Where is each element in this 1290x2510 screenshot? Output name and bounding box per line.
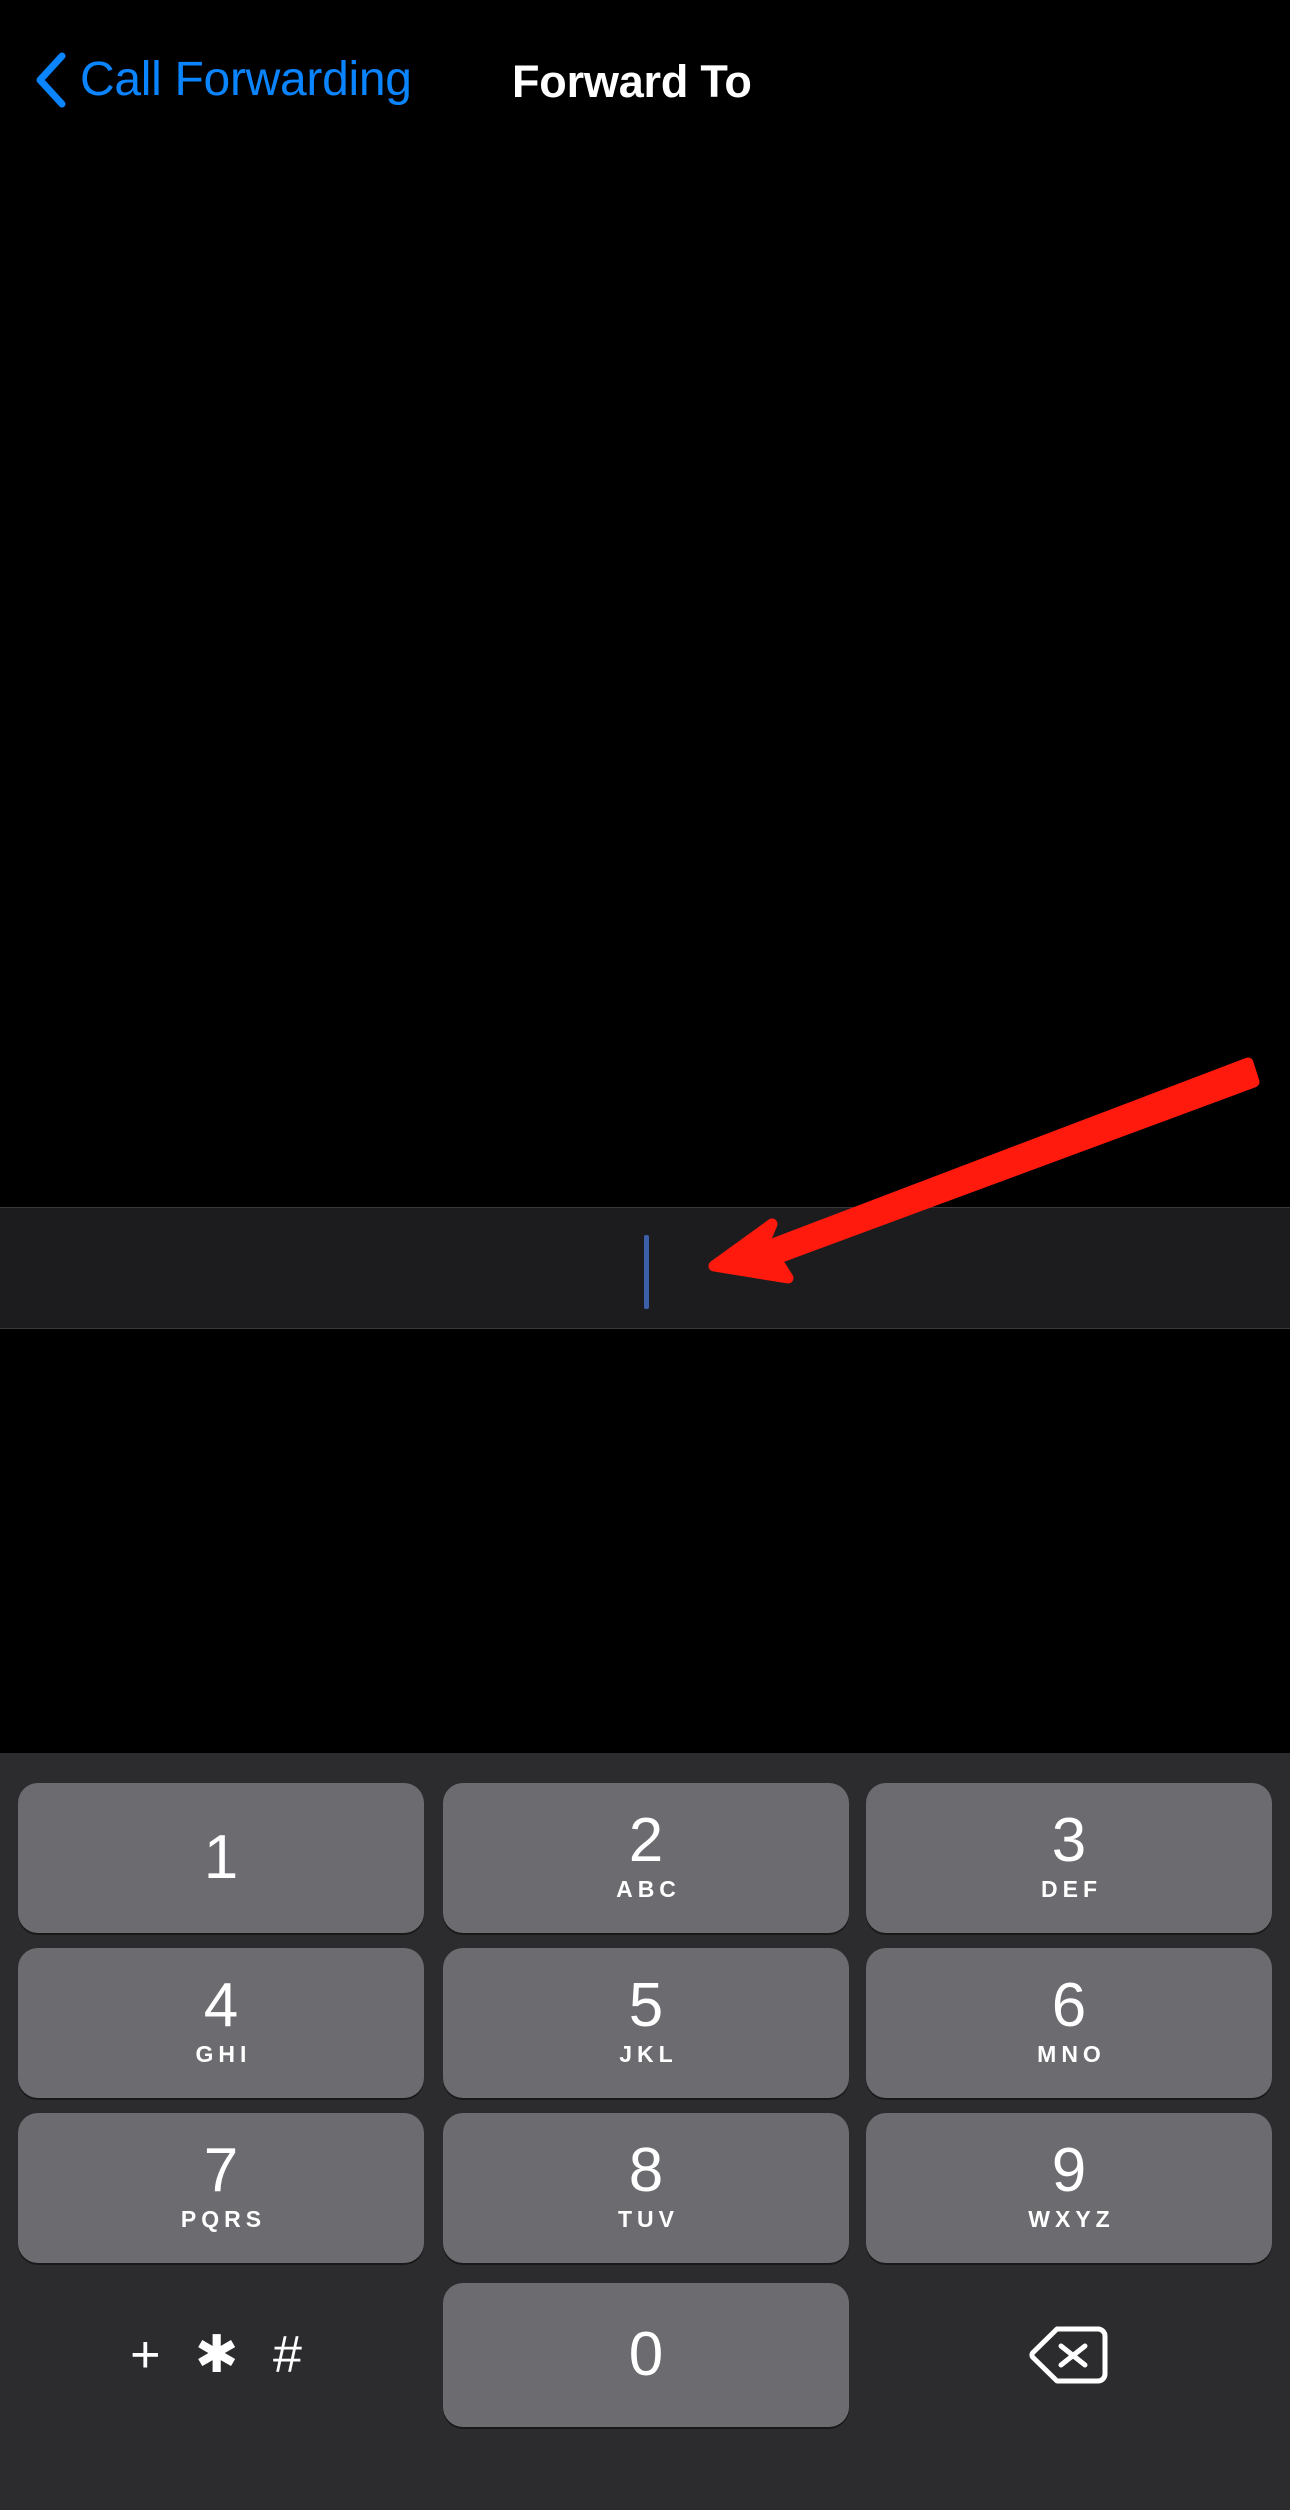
keypad-key-delete[interactable]: [866, 2283, 1272, 2427]
key-digit: 6: [1051, 1971, 1087, 2040]
delete-left-icon: [1029, 2326, 1108, 2384]
key-letters: GHI: [195, 2041, 252, 2067]
plus-star-hash-icon: + ✱ #: [130, 2326, 312, 2384]
keypad-key-5[interactable]: 5 JKL: [443, 1948, 849, 2098]
key-digit: 1: [203, 1823, 239, 1892]
keypad-key-8[interactable]: 8 TUV: [443, 2113, 849, 2263]
key-letters: WXYZ: [1028, 2206, 1115, 2232]
empty-area-below-field: [0, 1329, 1290, 1753]
key-letters: MNO: [1037, 2041, 1106, 2067]
numeric-keypad: 1 2 ABC 3 DEF 4 GHI 5 JKL 6 MNO 7 PQRS 8…: [0, 1753, 1290, 2510]
key-digit: 5: [628, 1971, 664, 2040]
key-letters: JKL: [619, 2041, 678, 2067]
keypad-key-2[interactable]: 2 ABC: [443, 1783, 849, 1933]
key-digit: 9: [1051, 2136, 1087, 2205]
chevron-left-icon: [36, 52, 66, 108]
key-digit: 0: [628, 2320, 664, 2389]
back-button-call-forwarding[interactable]: Call Forwarding: [34, 52, 412, 108]
iphone-screen: Call Forwarding Forward To 1 2 ABC 3 DEF…: [0, 0, 1290, 2510]
key-letters: PQRS: [180, 2206, 267, 2232]
key-digit: 7: [203, 2136, 239, 2205]
keypad-key-1[interactable]: 1: [18, 1783, 424, 1933]
text-cursor: [644, 1235, 649, 1309]
key-letters: TUV: [618, 2206, 679, 2232]
back-button-label: Call Forwarding: [80, 53, 412, 106]
key-letters: ABC: [616, 1876, 681, 1902]
keypad-key-4[interactable]: 4 GHI: [18, 1948, 424, 2098]
key-digit: 8: [628, 2136, 664, 2205]
key-digit: 3: [1051, 1806, 1087, 1875]
key-letters: DEF: [1041, 1876, 1102, 1902]
key-digit: 4: [203, 1971, 239, 2040]
content-area: [0, 160, 1290, 1207]
page-title: Forward To: [512, 56, 752, 107]
keypad-key-7[interactable]: 7 PQRS: [18, 2113, 424, 2263]
navigation-bar: Call Forwarding Forward To: [0, 0, 1290, 160]
key-digit: 2: [628, 1806, 664, 1875]
keypad-key-0[interactable]: 0: [443, 2283, 849, 2427]
keypad-key-3[interactable]: 3 DEF: [866, 1783, 1272, 1933]
keypad-key-9[interactable]: 9 WXYZ: [866, 2113, 1272, 2263]
keypad-key-6[interactable]: 6 MNO: [866, 1948, 1272, 2098]
keypad-key-symbols[interactable]: + ✱ #: [18, 2283, 424, 2427]
